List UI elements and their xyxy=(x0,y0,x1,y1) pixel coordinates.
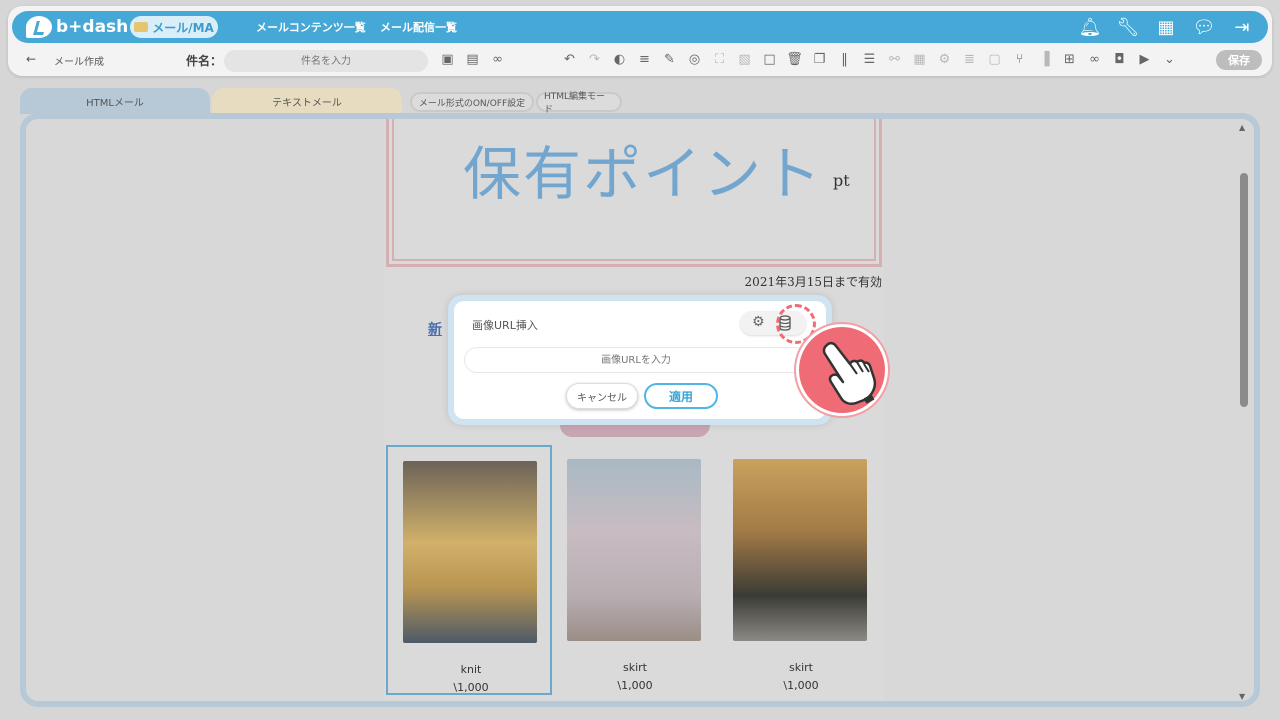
back-arrow-icon[interactable]: ← xyxy=(26,52,36,66)
calendar-icon[interactable]: ▦ xyxy=(910,50,929,69)
editor-toolbar: ← メール作成 件名： ▣ ▤ ∞ ↶ ↷ ◐ ≡ ✎ ◎ ⛶ ▧ □ 🗑︎ ❐… xyxy=(8,46,1272,74)
save-button[interactable]: 保存 xyxy=(1216,50,1262,70)
tap-pointer xyxy=(796,324,888,416)
add-block-icon[interactable]: ⊞ xyxy=(1060,50,1079,69)
fullscreen-icon[interactable]: ⛶ xyxy=(710,50,729,69)
tab-text-mail[interactable]: テキストメール xyxy=(212,88,402,114)
logo-icon xyxy=(26,16,52,38)
nav-mail-ma[interactable]: メール/MA xyxy=(130,16,218,38)
contact-icon[interactable]: ◘ xyxy=(1110,50,1129,69)
validity-text: 2021年3月15日まで有効 xyxy=(744,275,882,289)
product-price: \1,000 xyxy=(453,681,489,694)
gears-icon[interactable]: ⚙ xyxy=(935,50,954,69)
new-link-text[interactable]: 新 xyxy=(428,319,442,339)
target-icon[interactable]: ◎ xyxy=(685,50,704,69)
bell-icon[interactable]: 🔔︎ xyxy=(1078,15,1102,39)
product-image[interactable] xyxy=(567,459,701,641)
redo-icon[interactable]: ↷ xyxy=(585,50,604,69)
product-price: \1,000 xyxy=(783,679,819,692)
product-image[interactable] xyxy=(733,459,867,641)
scroll-up-icon[interactable]: ▲ xyxy=(1239,123,1245,132)
copy-icon[interactable]: ❐ xyxy=(810,50,829,69)
page-icon[interactable]: □ xyxy=(760,50,779,69)
link-settings-icon[interactable]: ∞ xyxy=(1085,50,1104,69)
image-url-input[interactable] xyxy=(464,347,808,373)
points-unit: pt xyxy=(833,171,850,190)
nav-mail-delivery-list[interactable]: メール配信一覧 xyxy=(380,19,457,35)
database-icon[interactable]: ≣ xyxy=(960,50,979,69)
product-name: skirt xyxy=(623,661,647,674)
product-card[interactable]: knit \1,000 xyxy=(386,445,552,695)
points-box[interactable]: 保有ポイント pt xyxy=(386,119,882,267)
gears-icon[interactable]: ⚙ xyxy=(752,314,765,330)
product-card[interactable]: skirt \1,000 xyxy=(552,445,718,695)
top-nav-bar: b+dash メール/MA メールコンテンツ一覧 メール配信一覧 🔔︎ 🔧︎ ▦… xyxy=(12,11,1268,43)
nav-mail-ma-label: メール/MA xyxy=(152,20,214,35)
logo-text: b+dash xyxy=(56,17,129,37)
trash-icon[interactable]: 🗑︎ xyxy=(785,50,804,69)
link-icon[interactable]: ∞ xyxy=(488,50,507,69)
rows-icon[interactable]: ☰ xyxy=(860,50,879,69)
branch-icon[interactable]: ⑂ xyxy=(1010,50,1029,69)
product-name: knit xyxy=(460,663,482,676)
toolbar-group-right: ↶ ↷ ◐ ≡ ✎ ◎ ⛶ ▧ □ 🗑︎ ❐ ‖ ☰ ⚯ ▦ ⚙ ≣ ▢ ⑂ ▐… xyxy=(560,50,1179,69)
ab-test-icon[interactable]: ▐ xyxy=(1035,50,1054,69)
tab-html-mail[interactable]: HTMLメール xyxy=(20,88,210,114)
product-price: \1,000 xyxy=(617,679,653,692)
envelope-icon xyxy=(134,22,149,32)
app-header: b+dash メール/MA メールコンテンツ一覧 メール配信一覧 🔔︎ 🔧︎ ▦… xyxy=(8,6,1272,76)
chat-icon[interactable]: 💬︎ xyxy=(1192,15,1216,39)
toolbar-group-left: ▣ ▤ ∞ xyxy=(438,50,507,69)
align-icon[interactable]: ≡ xyxy=(635,50,654,69)
html-edit-mode-button[interactable]: HTML編集モード xyxy=(536,92,622,115)
cancel-button[interactable]: キャンセル xyxy=(566,383,638,409)
product-name: skirt xyxy=(789,661,813,674)
logout-icon[interactable]: ⇥ xyxy=(1230,15,1254,39)
scrollbar-thumb[interactable] xyxy=(1240,173,1248,407)
nav-mail-content-list[interactable]: メールコンテンツ一覧 xyxy=(256,19,366,35)
edit-box-icon[interactable]: ▢ xyxy=(985,50,1004,69)
image-icon[interactable]: ▧ xyxy=(735,50,754,69)
chevron-down-icon[interactable]: ⌄ xyxy=(1160,50,1179,69)
wrench-icon[interactable]: 🔧︎ xyxy=(1116,15,1140,39)
logo[interactable]: b+dash xyxy=(26,15,128,39)
schedule-icon[interactable]: ▤ xyxy=(463,50,482,69)
window-icon[interactable]: ▣ xyxy=(438,50,457,69)
vertical-scrollbar[interactable]: ▲ ▼ xyxy=(1239,123,1248,701)
image-url-dialog: 画像URL挿入 ⚙ キャンセル 適用 xyxy=(448,295,832,425)
top-icons: 🔔︎ 🔧︎ ▦ 💬︎ ⇥ xyxy=(1078,14,1254,40)
dialog-body: 画像URL挿入 ⚙ キャンセル 適用 xyxy=(454,301,826,419)
scroll-down-icon[interactable]: ▼ xyxy=(1239,692,1245,701)
grid-icon[interactable]: ▦ xyxy=(1154,15,1178,39)
subject-input[interactable] xyxy=(224,50,428,72)
product-card[interactable]: skirt \1,000 xyxy=(718,445,884,695)
subject-label: 件名： xyxy=(186,54,223,68)
product-image[interactable] xyxy=(403,461,537,643)
play-icon[interactable]: ▶ xyxy=(1135,50,1154,69)
apply-button[interactable]: 適用 xyxy=(644,383,718,409)
link-off-icon[interactable]: ⚯ xyxy=(885,50,904,69)
page-title: メール作成 xyxy=(54,57,104,68)
pointing-hand-icon xyxy=(822,341,877,406)
undo-icon[interactable]: ↶ xyxy=(560,50,579,69)
dialog-title: 画像URL挿入 xyxy=(466,319,548,336)
palette-icon[interactable]: ◐ xyxy=(610,50,629,69)
format-toggle-button[interactable]: メール形式のON/OFF設定 xyxy=(410,92,534,112)
pen-icon[interactable]: ✎ xyxy=(660,50,679,69)
columns-icon[interactable]: ‖ xyxy=(835,50,854,69)
points-title: 保有ポイント xyxy=(463,140,824,208)
